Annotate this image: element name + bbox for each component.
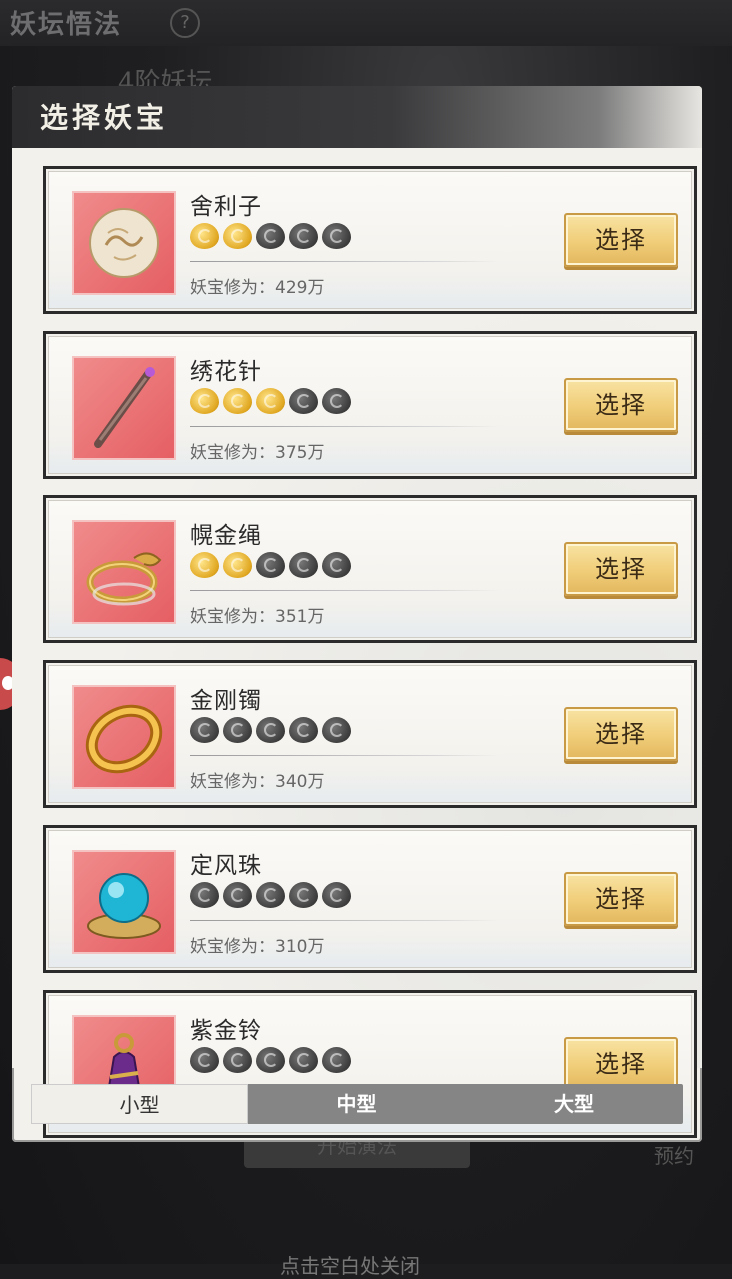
star-filled-icon — [190, 388, 219, 414]
star-rating — [190, 882, 351, 912]
treasure-card: 定风珠妖宝修为：310万 选择 — [43, 825, 697, 973]
star-empty-icon — [223, 1047, 252, 1073]
size-tabs: 小型 中型 大型 — [31, 1084, 683, 1124]
star-empty-icon — [256, 223, 285, 249]
divider — [190, 590, 500, 591]
star-empty-icon — [289, 882, 318, 908]
star-empty-icon — [190, 717, 219, 743]
star-empty-icon — [190, 1047, 219, 1073]
treasure-card: 金刚镯妖宝修为：340万 选择 — [43, 660, 697, 808]
cultivation-value: 妖宝修为：310万 — [190, 937, 325, 957]
close-hint[interactable]: 点击空白处关闭 — [280, 1250, 420, 1279]
star-filled-icon — [190, 223, 219, 249]
star-empty-icon — [256, 717, 285, 743]
divider — [190, 920, 500, 921]
star-rating — [190, 223, 351, 253]
reserve-link[interactable]: 预约 — [654, 1140, 694, 1169]
cultivation-value: 妖宝修为：429万 — [190, 278, 325, 298]
divider — [190, 426, 500, 427]
diamond-bracelet-icon — [72, 685, 176, 789]
treasure-card: 幌金绳妖宝修为：351万 选择 — [43, 495, 697, 643]
golden-rope-icon — [72, 520, 176, 624]
star-rating — [190, 552, 351, 582]
treasure-name: 幌金绳 — [190, 523, 262, 549]
tab-medium[interactable]: 中型 — [248, 1084, 465, 1124]
star-filled-icon — [190, 552, 219, 578]
star-empty-icon — [223, 717, 252, 743]
tab-large[interactable]: 大型 — [465, 1084, 683, 1124]
treasure-card: 舍利子妖宝修为：429万 选择 — [43, 166, 697, 314]
cultivation-value: 妖宝修为：340万 — [190, 772, 325, 792]
star-empty-icon — [289, 717, 318, 743]
wind-pearl-icon — [72, 850, 176, 954]
star-empty-icon — [289, 388, 318, 414]
star-empty-icon — [322, 223, 351, 249]
star-empty-icon — [223, 882, 252, 908]
star-filled-icon — [223, 388, 252, 414]
select-button[interactable]: 选择 — [564, 872, 678, 926]
star-empty-icon — [289, 223, 318, 249]
treasure-name: 定风珠 — [190, 853, 262, 879]
star-filled-icon — [223, 223, 252, 249]
star-empty-icon — [256, 882, 285, 908]
question-icon[interactable]: ? — [170, 8, 200, 38]
star-filled-icon — [223, 552, 252, 578]
select-button[interactable]: 选择 — [564, 378, 678, 432]
embroidery-needle-icon — [72, 356, 176, 460]
cultivation-value: 妖宝修为：351万 — [190, 607, 325, 627]
star-empty-icon — [289, 552, 318, 578]
star-empty-icon — [322, 1047, 351, 1073]
treasure-card: 绣花针妖宝修为：375万 选择 — [43, 331, 697, 479]
star-empty-icon — [322, 882, 351, 908]
star-rating — [190, 388, 351, 418]
star-empty-icon — [190, 882, 219, 908]
star-rating — [190, 717, 351, 747]
star-empty-icon — [322, 552, 351, 578]
star-empty-icon — [322, 717, 351, 743]
sarira-pearl-icon — [72, 191, 176, 295]
panel-title: 选择妖宝 — [40, 101, 169, 134]
select-treasure-panel: 选择妖宝 舍利子 妖宝修为：429万 选择 绣花针 妖宝修为：375万 选择 幌金绳 妖宝修为… — [12, 86, 702, 1142]
star-empty-icon — [322, 388, 351, 414]
background-title: 妖坛悟法 — [10, 10, 123, 40]
star-empty-icon — [256, 1047, 285, 1073]
treasure-name: 绣花针 — [190, 359, 262, 385]
tab-small[interactable]: 小型 — [31, 1084, 248, 1124]
treasure-name: 金刚镯 — [190, 688, 262, 714]
divider — [190, 261, 500, 262]
treasure-name: 紫金铃 — [190, 1018, 262, 1044]
cultivation-value: 妖宝修为：375万 — [190, 443, 325, 463]
treasure-name: 舍利子 — [190, 194, 262, 220]
select-button[interactable]: 选择 — [564, 707, 678, 761]
star-empty-icon — [289, 1047, 318, 1073]
select-button[interactable]: 选择 — [564, 1037, 678, 1091]
star-empty-icon — [256, 552, 285, 578]
select-button[interactable]: 选择 — [564, 542, 678, 596]
divider — [190, 755, 500, 756]
star-filled-icon — [256, 388, 285, 414]
select-button[interactable]: 选择 — [564, 213, 678, 267]
star-rating — [190, 1047, 351, 1077]
panel-header: 选择妖宝 — [12, 86, 702, 148]
